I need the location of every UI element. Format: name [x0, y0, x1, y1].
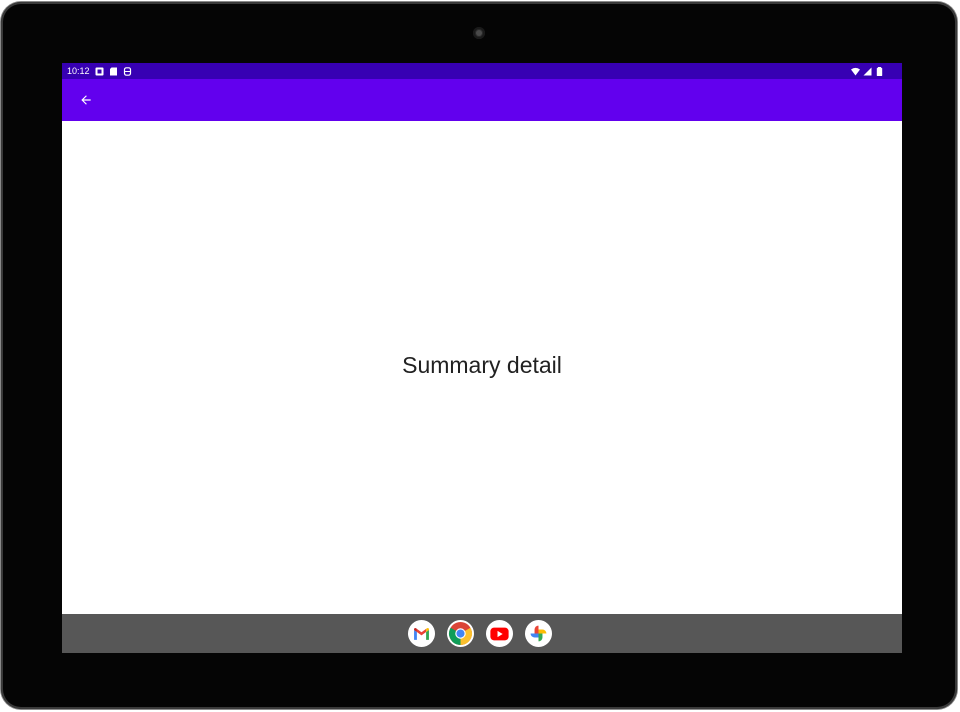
status-left: 10:12	[67, 63, 132, 79]
arrow-back-icon	[81, 95, 91, 105]
wifi-icon	[851, 67, 860, 75]
photos-icon	[530, 625, 547, 642]
status-time: 10:12	[67, 66, 90, 76]
tablet-frame: 10:12 Summary detail	[1, 2, 957, 709]
camera-icon	[473, 27, 485, 39]
youtube-icon	[490, 627, 509, 640]
youtube-app[interactable]	[486, 620, 513, 647]
back-button[interactable]	[74, 88, 98, 112]
photos-app[interactable]	[525, 620, 552, 647]
status-right	[851, 63, 884, 79]
screen: 10:12 Summary detail	[62, 63, 902, 653]
gmail-app[interactable]	[408, 620, 435, 647]
taskbar	[62, 614, 902, 653]
status-bar: 10:12	[62, 63, 902, 79]
chrome-icon	[449, 622, 472, 645]
notification-icon	[95, 67, 104, 75]
content-area: Summary detail	[62, 121, 902, 614]
summary-detail-text: Summary detail	[402, 352, 562, 378]
battery-icon	[876, 66, 883, 76]
app-bar	[62, 79, 902, 121]
signal-icon	[863, 67, 872, 75]
app-dock	[408, 620, 552, 647]
sd-card-icon	[109, 67, 117, 75]
gmail-icon	[414, 627, 429, 640]
chrome-app[interactable]	[447, 620, 474, 647]
storage-icon	[123, 66, 131, 76]
